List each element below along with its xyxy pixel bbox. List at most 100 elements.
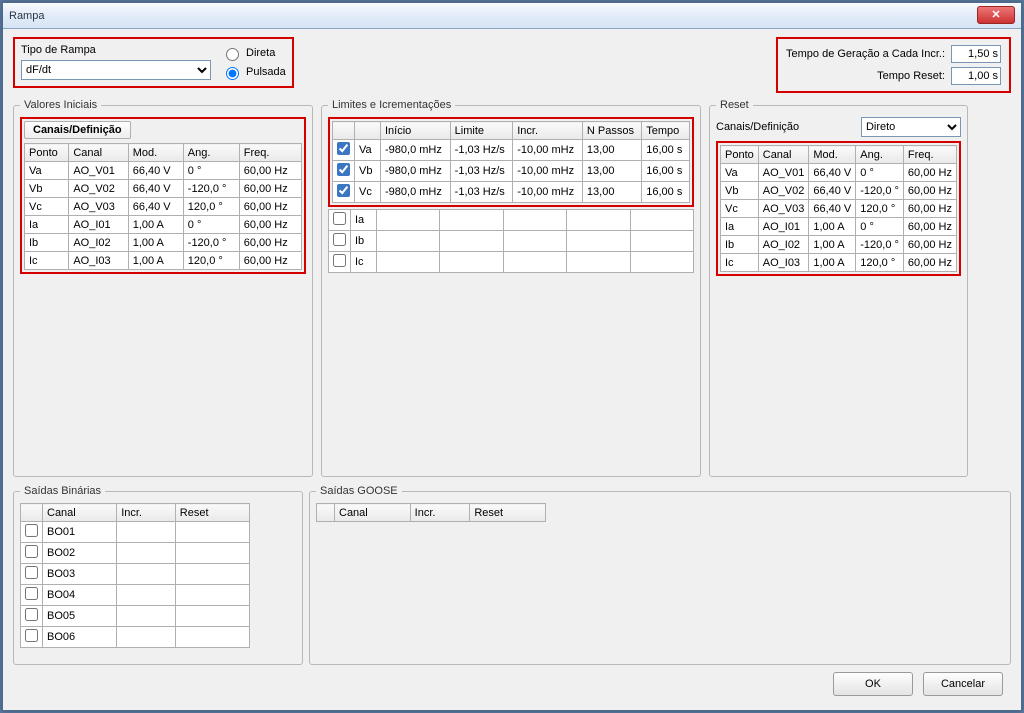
row-checkbox-cell[interactable] (21, 606, 43, 627)
cell[interactable]: 66,40 V (128, 180, 183, 198)
cell[interactable]: 60,00 Hz (239, 252, 301, 270)
cell[interactable]: 66,40 V (809, 200, 856, 218)
table-row[interactable]: VcAO_V0366,40 V120,0 °60,00 Hz (721, 200, 957, 218)
cell[interactable] (567, 231, 630, 252)
table-row[interactable]: IcAO_I031,00 A120,0 °60,00 Hz (721, 254, 957, 272)
cell[interactable]: Vc (355, 182, 381, 203)
cell[interactable] (440, 231, 503, 252)
cell[interactable] (503, 210, 566, 231)
cell[interactable]: AO_V03 (69, 198, 128, 216)
cell[interactable]: -1,03 Hz/s (450, 161, 513, 182)
cell[interactable] (567, 252, 630, 273)
cell[interactable]: -120,0 ° (183, 180, 239, 198)
cell[interactable]: 60,00 Hz (239, 198, 301, 216)
cell[interactable]: AO_V02 (758, 182, 809, 200)
cell[interactable]: AO_I01 (69, 216, 128, 234)
table-row[interactable]: IbAO_I021,00 A-120,0 °60,00 Hz (25, 234, 302, 252)
cell[interactable]: Va (355, 140, 381, 161)
cell[interactable]: 0 ° (856, 164, 904, 182)
valores-iniciais-table[interactable]: Ponto Canal Mod. Ang. Freq. VaAO_V0166,4… (24, 143, 302, 270)
table-row[interactable]: VcAO_V0366,40 V120,0 °60,00 Hz (25, 198, 302, 216)
cell[interactable]: 66,40 V (809, 182, 856, 200)
cell[interactable]: Ib (721, 236, 759, 254)
cell[interactable]: 1,00 A (809, 236, 856, 254)
cell[interactable] (175, 606, 249, 627)
cell[interactable]: Ic (351, 252, 377, 273)
cell[interactable]: 120,0 ° (183, 198, 239, 216)
row-checkbox-cell[interactable] (21, 627, 43, 648)
row-checkbox-cell[interactable] (21, 564, 43, 585)
cell[interactable] (175, 522, 249, 543)
cell[interactable]: 16,00 s (642, 161, 690, 182)
radio-pulsada[interactable]: Pulsada (221, 64, 286, 80)
table-row[interactable]: Va-980,0 mHz-1,03 Hz/s-10,00 mHz13,0016,… (333, 140, 690, 161)
cell[interactable]: 16,00 s (642, 182, 690, 203)
radio-direta-input[interactable] (226, 48, 239, 61)
cell[interactable]: AO_V01 (69, 162, 128, 180)
cell[interactable]: 120,0 ° (856, 200, 904, 218)
cell[interactable]: 120,0 ° (856, 254, 904, 272)
row-checkbox-cell[interactable] (21, 522, 43, 543)
cell[interactable]: 13,00 (582, 140, 641, 161)
cell[interactable]: AO_I03 (69, 252, 128, 270)
cell[interactable] (175, 627, 249, 648)
cell[interactable] (117, 606, 176, 627)
cell[interactable] (377, 231, 440, 252)
cell[interactable] (630, 210, 693, 231)
cell[interactable]: AO_I02 (69, 234, 128, 252)
cell[interactable]: AO_I01 (758, 218, 809, 236)
radio-direta[interactable]: Direta (221, 45, 286, 61)
cell[interactable]: Vb (25, 180, 69, 198)
row-checkbox[interactable] (337, 142, 350, 155)
radio-pulsada-input[interactable] (226, 67, 239, 80)
table-row[interactable]: BO05 (21, 606, 250, 627)
reset-table[interactable]: Ponto Canal Mod. Ang. Freq. VaAO_V0166,4… (720, 145, 957, 272)
cell[interactable]: 13,00 (582, 182, 641, 203)
cell[interactable]: -10,00 mHz (513, 182, 583, 203)
saidas-binarias-table[interactable]: Canal Incr. Reset BO01BO02BO03BO04BO05BO… (20, 503, 250, 648)
cell[interactable] (630, 252, 693, 273)
table-row[interactable]: BO02 (21, 543, 250, 564)
limites-table-unchecked[interactable]: IaIbIc (328, 209, 694, 273)
cell[interactable]: Ia (351, 210, 377, 231)
row-checkbox[interactable] (25, 608, 38, 621)
row-checkbox[interactable] (337, 184, 350, 197)
table-row[interactable]: IbAO_I021,00 A-120,0 °60,00 Hz (721, 236, 957, 254)
cell[interactable]: 60,00 Hz (903, 200, 956, 218)
table-row[interactable]: Vc-980,0 mHz-1,03 Hz/s-10,00 mHz13,0016,… (333, 182, 690, 203)
table-row[interactable]: Ic (329, 252, 694, 273)
cell[interactable]: AO_V01 (758, 164, 809, 182)
cell[interactable]: 1,00 A (809, 218, 856, 236)
cell[interactable]: AO_I03 (758, 254, 809, 272)
cell[interactable]: 66,40 V (809, 164, 856, 182)
cell[interactable]: -120,0 ° (856, 182, 904, 200)
row-checkbox-cell[interactable] (21, 585, 43, 606)
row-checkbox[interactable] (333, 212, 346, 225)
cell[interactable]: 60,00 Hz (903, 164, 956, 182)
table-row[interactable]: BO01 (21, 522, 250, 543)
cell[interactable] (117, 564, 176, 585)
row-checkbox[interactable] (337, 163, 350, 176)
tipo-rampa-select[interactable]: dF/dt (21, 60, 211, 80)
table-row[interactable]: BO03 (21, 564, 250, 585)
cell[interactable]: 60,00 Hz (239, 234, 301, 252)
row-checkbox-cell[interactable] (329, 210, 351, 231)
cell[interactable]: AO_I02 (758, 236, 809, 254)
row-checkbox-cell[interactable] (333, 161, 355, 182)
cell[interactable]: 1,00 A (809, 254, 856, 272)
cell[interactable]: BO04 (43, 585, 117, 606)
row-checkbox[interactable] (333, 233, 346, 246)
table-row[interactable]: Vb-980,0 mHz-1,03 Hz/s-10,00 mHz13,0016,… (333, 161, 690, 182)
row-checkbox[interactable] (25, 587, 38, 600)
cell[interactable]: 0 ° (183, 216, 239, 234)
cell[interactable] (175, 543, 249, 564)
row-checkbox[interactable] (25, 545, 38, 558)
table-row[interactable]: IaAO_I011,00 A0 °60,00 Hz (721, 218, 957, 236)
cell[interactable]: 60,00 Hz (239, 162, 301, 180)
close-icon[interactable]: ✕ (977, 6, 1015, 24)
cell[interactable]: Ia (721, 218, 759, 236)
cell[interactable]: -980,0 mHz (381, 161, 451, 182)
cell[interactable]: 60,00 Hz (903, 218, 956, 236)
cell[interactable]: BO06 (43, 627, 117, 648)
cell[interactable] (567, 210, 630, 231)
